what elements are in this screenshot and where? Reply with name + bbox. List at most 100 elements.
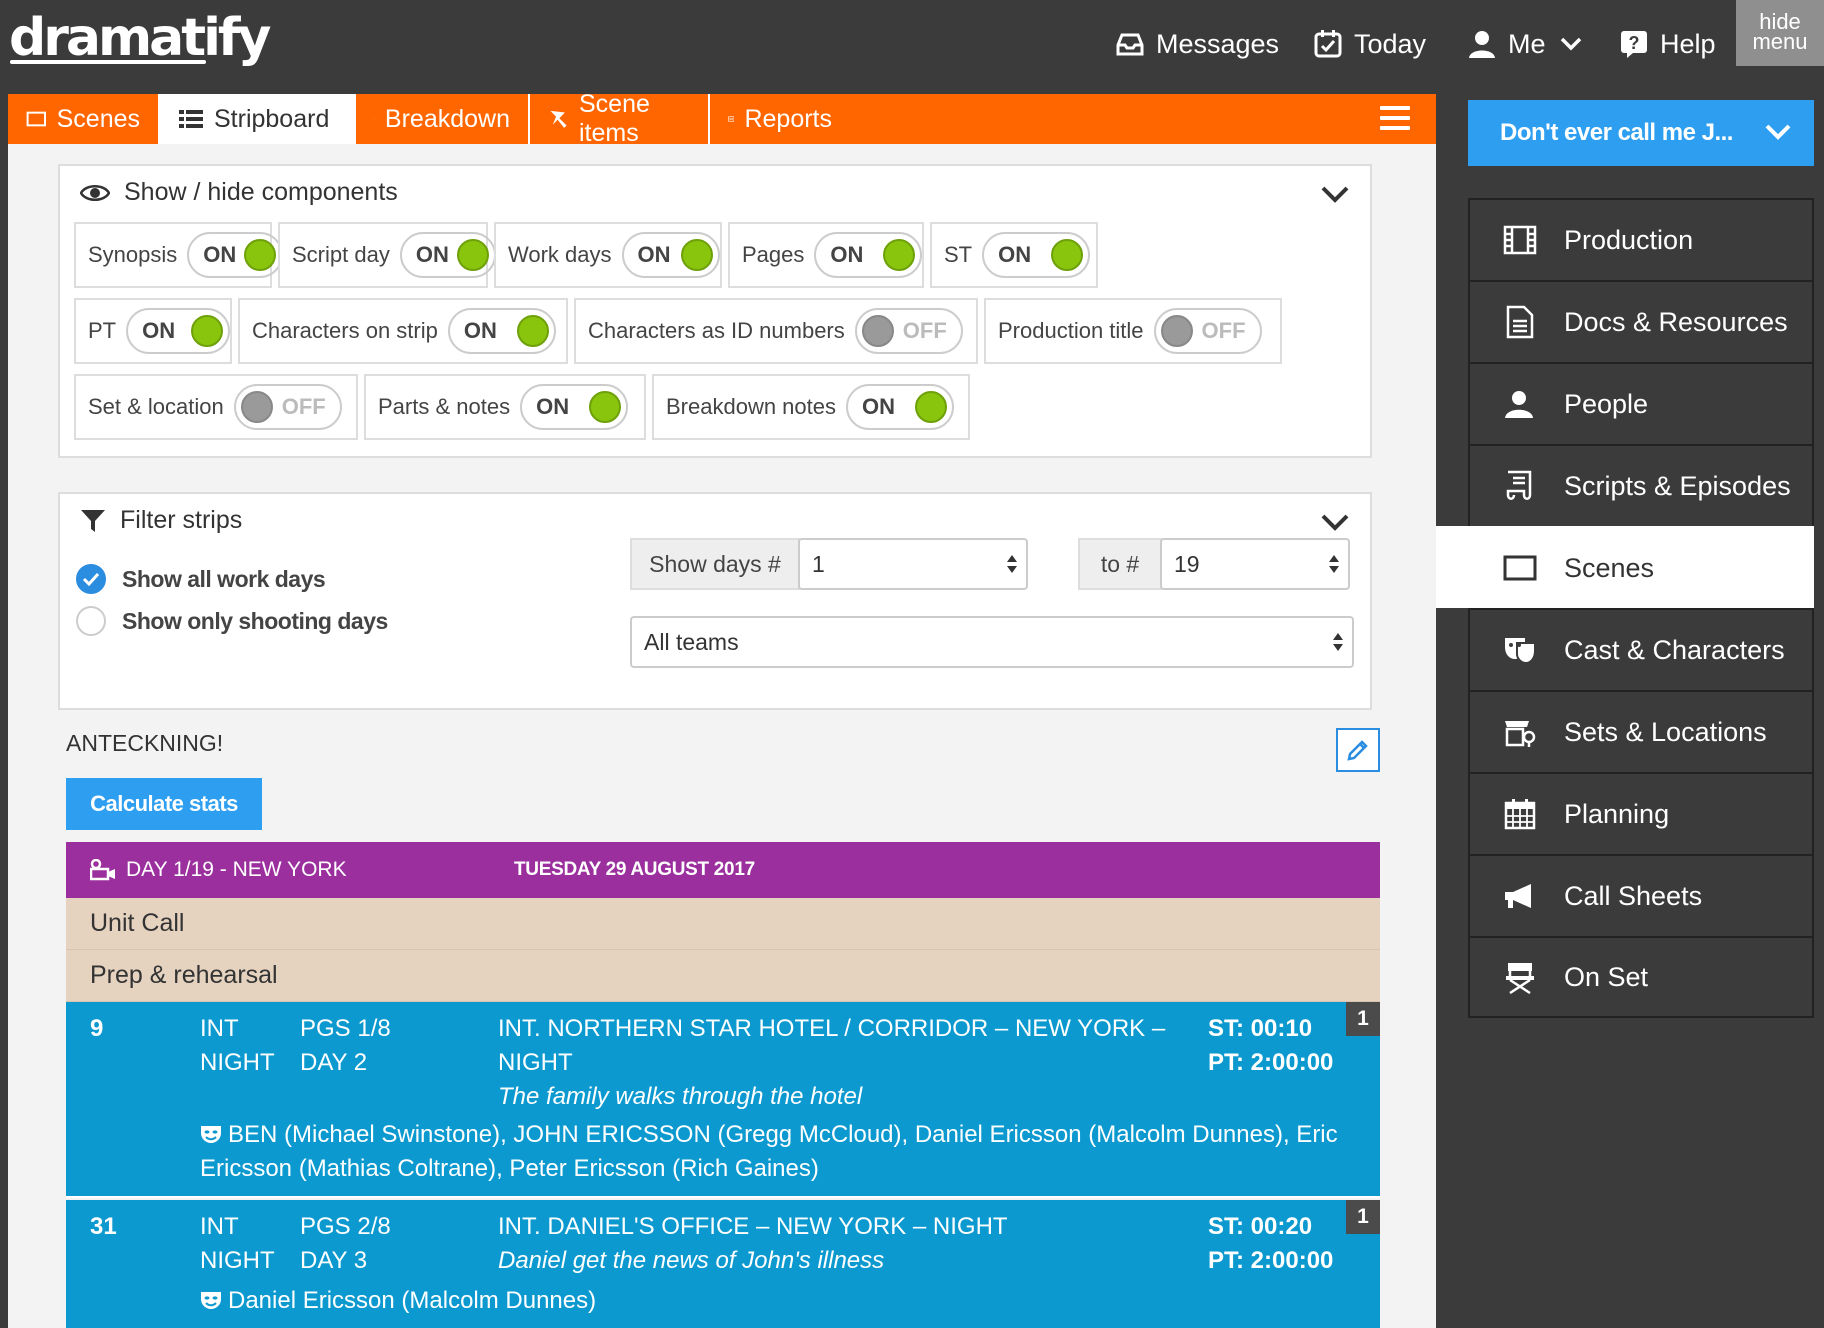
hide-menu-button[interactable]: hide menu	[1736, 0, 1824, 66]
toggle-state: ON	[142, 318, 176, 343]
hamburger-menu-icon[interactable]	[1380, 106, 1410, 132]
sidebar-item-planning[interactable]: Planning	[1468, 772, 1814, 854]
show-days-addon: Show days #	[630, 538, 800, 590]
day-title: DAY 1/19 - NEW YORK	[126, 858, 347, 881]
script-day: DAY 3	[300, 1247, 368, 1274]
toggle-switch[interactable]: ON	[982, 232, 1091, 278]
scene-strip[interactable]: 9 INT NIGHT PGS 1/8 DAY 2 INT. NORTHERN …	[66, 1002, 1380, 1198]
tab-scene-items[interactable]: Scene items	[530, 90, 710, 147]
sidebar-item-docs[interactable]: Docs & Resources	[1468, 280, 1814, 362]
toggle-switch[interactable]: OFF	[233, 384, 342, 430]
chevron-down-icon[interactable]	[1320, 512, 1350, 532]
app-logo[interactable]: dramatify	[9, 8, 271, 68]
component-label: Production title	[998, 318, 1144, 343]
team-select[interactable]: All teams	[630, 616, 1354, 668]
from-day-select[interactable]: 1	[798, 538, 1028, 590]
calculate-stats-button[interactable]: Calculate stats	[66, 778, 262, 830]
toggle-switch[interactable]: ON	[187, 232, 284, 278]
svg-text:?: ?	[1629, 33, 1640, 53]
to-day-select[interactable]: 19	[1160, 538, 1350, 590]
location-icon	[1500, 712, 1540, 752]
radio-show-all-work-days[interactable]: Show all work days	[76, 564, 326, 594]
sidebar-item-on-set[interactable]: On Set	[1468, 936, 1814, 1018]
scene-items-icon	[550, 110, 567, 128]
prep-rehearsal-row[interactable]: Prep & rehearsal	[66, 950, 1380, 1002]
sidebar-item-people[interactable]: People	[1468, 362, 1814, 444]
document-icon	[1500, 302, 1540, 342]
scene-icon	[1500, 548, 1540, 588]
components-panel-header[interactable]: Show / hide components	[80, 178, 398, 207]
toggle-switch[interactable]: ON	[399, 232, 496, 278]
sidebar-item-label: Docs & Resources	[1564, 306, 1788, 337]
toggle-knob	[1051, 239, 1084, 271]
toggle-switch[interactable]: ON	[846, 384, 954, 430]
today-label: Today	[1354, 28, 1427, 59]
toggle-switch[interactable]: ON	[447, 308, 556, 354]
unit-call-row[interactable]: Unit Call	[66, 898, 1380, 950]
toggle-switch[interactable]: ON	[621, 232, 720, 278]
scenes-icon	[26, 111, 47, 127]
tab-reports[interactable]: Reports	[710, 94, 850, 144]
chevron-down-icon	[1765, 124, 1791, 140]
cast-text: BEN (Michael Swinstone), JOHN ERICSSON (…	[200, 1121, 1338, 1182]
synopsis: The family walks through the hotel	[498, 1083, 863, 1110]
toggle-state: ON	[536, 394, 570, 419]
sidebar-item-label: Cast & Characters	[1564, 634, 1785, 665]
radio-unchecked-icon	[76, 606, 106, 636]
sidebar-item-call-sheets[interactable]: Call Sheets	[1468, 854, 1814, 936]
toggle-switch[interactable]: ON	[814, 232, 922, 278]
day-header[interactable]: DAY 1/19 - NEW YORK TUESDAY 29 AUGUST 20…	[66, 842, 1380, 898]
toggle-switch[interactable]: OFF	[854, 308, 963, 354]
component-label: Pages	[742, 242, 805, 267]
tab-breakdown[interactable]: Breakdown	[356, 94, 530, 144]
pages: PGS 2/8	[300, 1213, 391, 1240]
sidebar-item-scenes[interactable]: Scenes	[1436, 526, 1814, 608]
sidebar-item-scripts[interactable]: Scripts & Episodes	[1468, 444, 1814, 526]
edit-note-button[interactable]	[1336, 728, 1380, 772]
component-label: Synopsis	[88, 242, 178, 267]
chevron-down-icon	[1560, 37, 1582, 51]
script-icon	[1500, 466, 1540, 506]
toggle-switch[interactable]: ON	[126, 308, 230, 354]
tab-label: Breakdown	[384, 104, 510, 133]
help-link[interactable]: ? Help	[1618, 22, 1716, 66]
me-menu[interactable]: Me	[1466, 22, 1582, 66]
component-production-title: Production title OFF	[984, 298, 1282, 364]
filter-panel-header[interactable]: Filter strips	[80, 506, 242, 535]
tab-stripboard[interactable]: Stripboard	[160, 94, 356, 144]
filter-title: Filter strips	[120, 506, 243, 534]
toggle-state: OFF	[281, 394, 326, 419]
select-arrows-icon	[1007, 555, 1017, 573]
chevron-down-icon[interactable]	[1320, 184, 1350, 204]
help-icon: ?	[1618, 28, 1650, 60]
reports-icon	[728, 116, 735, 122]
toggle-knob	[1160, 315, 1193, 347]
time-of-day: NIGHT	[200, 1247, 275, 1274]
tab-label: Reports	[744, 104, 832, 133]
tab-scenes[interactable]: Scenes	[8, 94, 160, 144]
component-label: Script day	[292, 242, 390, 267]
sidebar-item-production[interactable]: Production	[1468, 198, 1814, 280]
radio-show-only-shooting-days[interactable]: Show only shooting days	[76, 606, 388, 636]
eye-icon	[80, 184, 110, 201]
sidebar-item-sets[interactable]: Sets & Locations	[1468, 690, 1814, 772]
component-synopsis: Synopsis ON	[74, 222, 284, 288]
breakdown-icon	[374, 118, 375, 120]
day-date: TUESDAY 29 AUGUST 2017	[514, 859, 755, 880]
today-link[interactable]: Today	[1312, 22, 1426, 66]
sidebar-item-cast[interactable]: Cast & Characters	[1468, 608, 1814, 690]
scene-strip[interactable]: 31 INT NIGHT PGS 2/8 DAY 3 INT. DANIEL'S…	[66, 1200, 1380, 1328]
toggle-switch[interactable]: ON	[520, 384, 629, 430]
cast-list: BEN (Michael Swinstone), JOHN ERICSSON (…	[200, 1118, 1360, 1186]
cast-text: Daniel Ericsson (Malcolm Dunnes)	[228, 1287, 597, 1314]
masks-icon	[1500, 630, 1540, 670]
component-pt: PT ON	[74, 298, 232, 364]
components-panel: Show / hide components Synopsis ON Scrip…	[58, 164, 1372, 458]
scene-heading: INT. NORTHERN STAR HOTEL / CORRIDOR – NE…	[498, 1015, 1166, 1042]
component-label: Work days	[508, 242, 612, 267]
production-select[interactable]: Don't ever call me J...	[1468, 100, 1814, 166]
messages-link[interactable]: Messages	[1114, 22, 1279, 66]
production-select-value: Don't ever call me J...	[1500, 119, 1733, 146]
production-time: PT: 2:00:00	[1208, 1049, 1334, 1076]
toggle-switch[interactable]: OFF	[1153, 308, 1262, 354]
